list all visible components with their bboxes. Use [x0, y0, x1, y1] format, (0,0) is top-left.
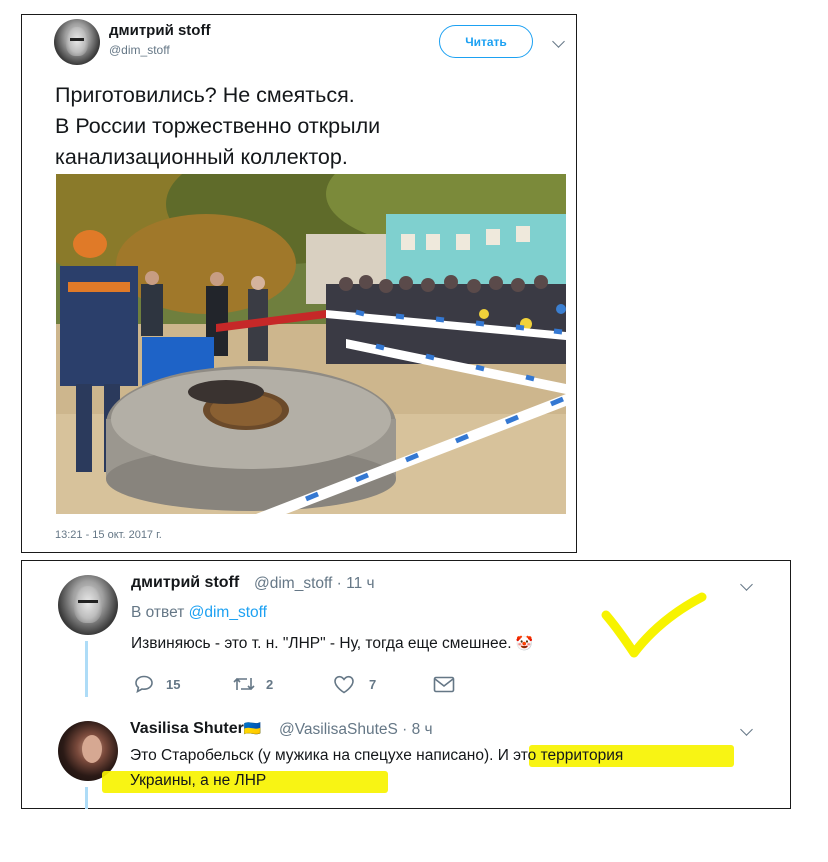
author-handle[interactable]: @dim_stoff	[109, 43, 170, 57]
like-count: 7	[369, 677, 377, 692]
in-reply-handle[interactable]: @dim_stoff	[189, 604, 267, 621]
message-action[interactable]	[433, 676, 455, 693]
chevron-down-icon[interactable]	[740, 578, 753, 591]
reply-time[interactable]: 11 ч	[346, 575, 374, 592]
reply2-handle-text[interactable]: @VasilisaShuteS	[279, 721, 398, 738]
retweet-icon	[233, 677, 255, 691]
message-icon	[433, 676, 455, 693]
reply-icon	[135, 675, 153, 693]
tweet-text-line: канализационный коллектор.	[55, 145, 348, 169]
reply-author-handle: @dim_stoff · 11 ч	[254, 575, 375, 592]
in-reply-prefix: В ответ	[131, 604, 185, 621]
in-reply-to: В ответ @dim_stoff	[131, 604, 267, 622]
reply-text: Извиняюсь - это т. н. "ЛНР" - Ну, тогда …	[131, 635, 533, 653]
chevron-down-icon[interactable]	[740, 723, 753, 736]
clown-emoji: 🤡	[515, 635, 534, 651]
reply2-text-line: Это Старобельск (у мужика на спецухе нап…	[130, 747, 624, 764]
tweet-photo[interactable]	[56, 174, 566, 514]
retweet-count: 2	[266, 676, 274, 692]
tweet-timestamp[interactable]: 13:21 - 15 окт. 2017 г.	[55, 529, 162, 541]
reply-author-avatar[interactable]	[58, 575, 118, 635]
retweet-action[interactable]: 2	[232, 675, 273, 693]
replies-card: дмитрий stoff @dim_stoff · 11 ч В ответ …	[21, 560, 791, 809]
author-name[interactable]: дмитрий stoff	[109, 22, 210, 39]
ukraine-flag-icon: 🇺🇦	[243, 720, 262, 736]
tweet-text: Приготовились? Не смеяться. В России тор…	[55, 80, 535, 173]
reply-count: 15	[166, 676, 181, 692]
reply-handle-text[interactable]: @dim_stoff	[254, 575, 332, 592]
reply2-author-handle: @VasilisaShuteS · 8 ч	[279, 721, 433, 738]
checkmark-annotation	[601, 592, 707, 658]
tweet-text-line: В России торжественно открыли	[55, 114, 381, 138]
tweet-card: дмитрий stoff @dim_stoff Читать Приготов…	[21, 14, 577, 553]
reply-action[interactable]: 15	[134, 675, 180, 693]
reply-text-body: Извиняюсь - это т. н. "ЛНР" - Ну, тогда …	[131, 635, 512, 652]
chevron-down-icon[interactable]	[552, 35, 565, 48]
reply2-time[interactable]: 8 ч	[412, 721, 433, 738]
thread-line	[85, 787, 88, 809]
follow-button[interactable]: Читать	[439, 25, 533, 58]
author-avatar[interactable]	[54, 19, 100, 65]
reply2-text-line: Украины, а не ЛНР	[130, 772, 267, 789]
like-icon	[334, 675, 354, 694]
thread-line	[85, 641, 88, 697]
reply2-author-name: Vasilisa Shuter🇺🇦	[130, 720, 261, 738]
reply2-author-name-text[interactable]: Vasilisa Shuter	[130, 720, 244, 737]
like-action[interactable]: 7	[333, 675, 376, 694]
reply-author-name[interactable]: дмитрий stoff	[131, 574, 239, 592]
tweet-text-line: Приготовились? Не смеяться.	[55, 83, 355, 107]
